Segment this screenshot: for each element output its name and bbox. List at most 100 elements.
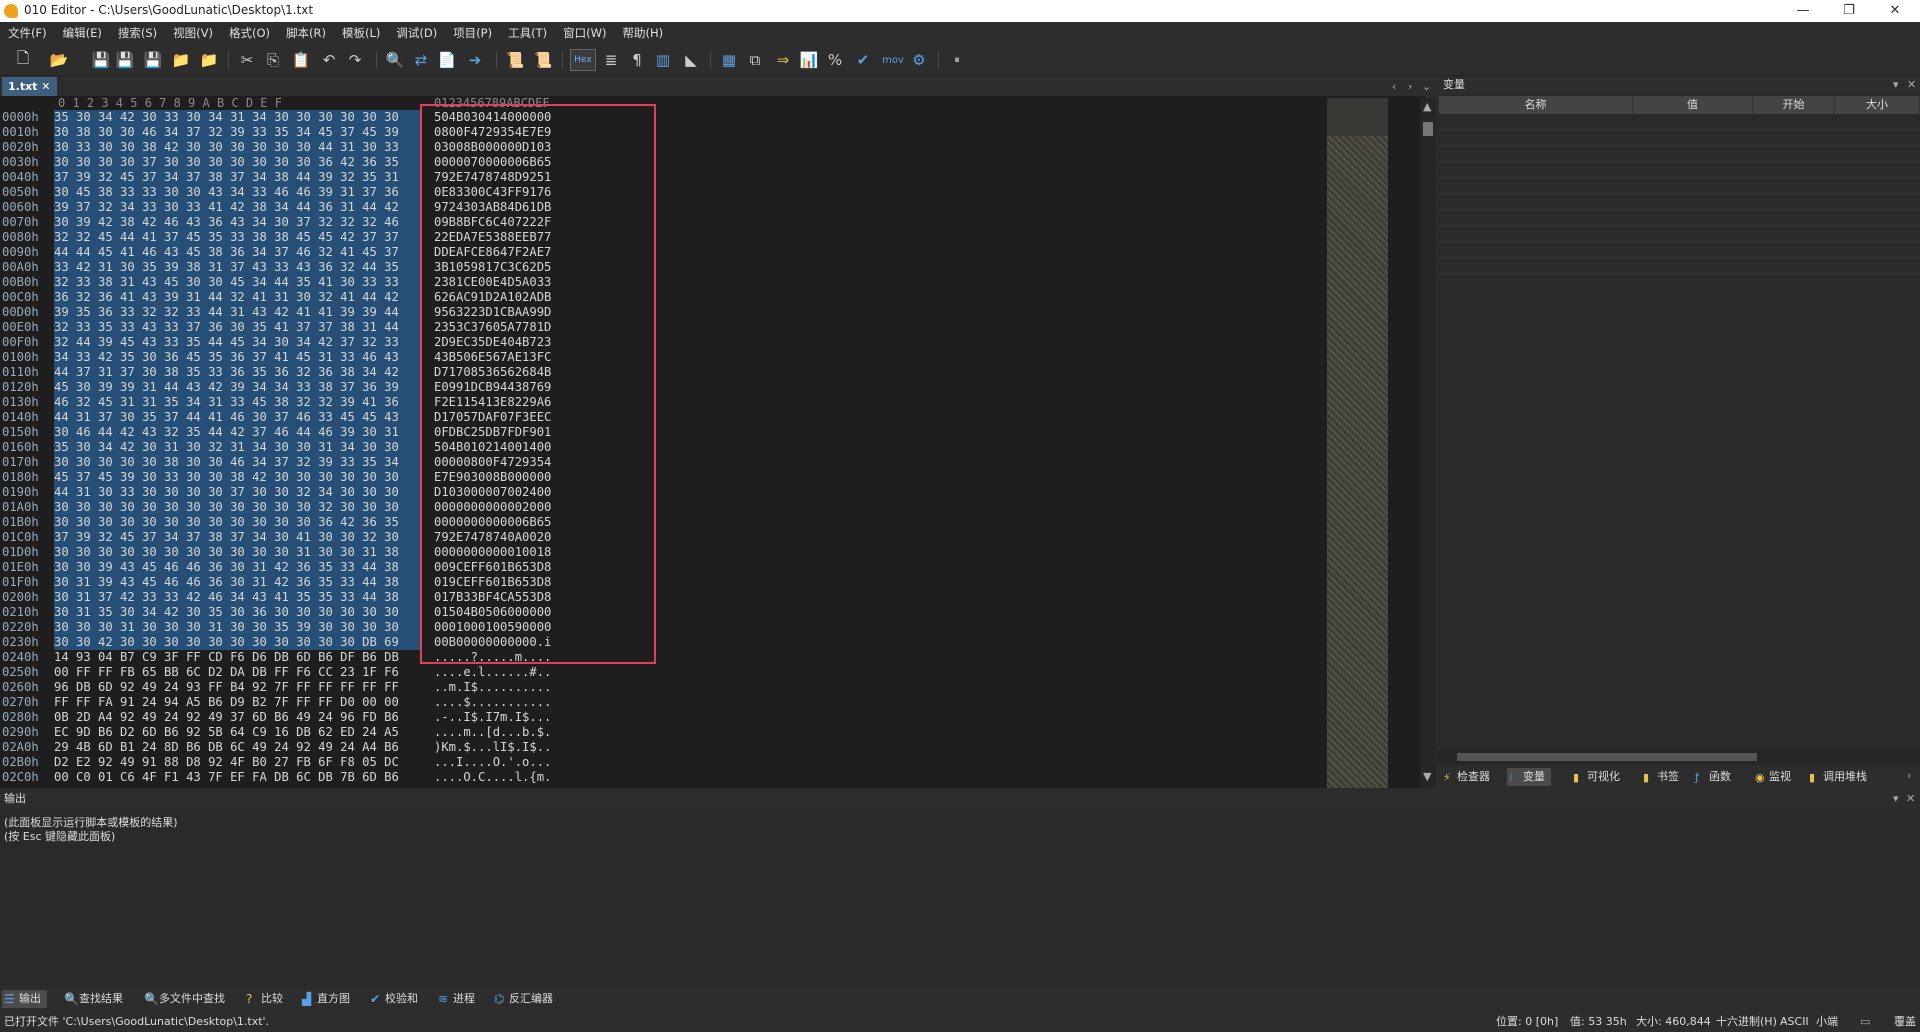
row-hex-bytes[interactable]: 30 38 30 30 46 34 37 32 39 33 35 34 45 3… (54, 125, 422, 140)
variable-row[interactable] (1439, 242, 1920, 258)
pause-icon[interactable]: ⏸ (946, 49, 968, 71)
paste-icon[interactable]: 📋 (290, 49, 312, 71)
menu-debug[interactable]: 调试(D) (388, 22, 445, 44)
row-ascii[interactable]: ..m.I$.......... (434, 680, 551, 695)
variable-row[interactable] (1439, 258, 1920, 274)
col-value[interactable]: 值 (1633, 96, 1753, 114)
row-hex-bytes[interactable]: 30 30 30 31 30 30 30 31 30 30 35 39 30 3… (54, 620, 422, 635)
copy-icon[interactable]: ⎘ (262, 49, 284, 71)
menu-file[interactable]: 文件(F) (0, 22, 55, 44)
row-hex-bytes[interactable]: 33 42 31 30 35 39 38 31 37 43 33 43 36 3… (54, 260, 422, 275)
tab-inspector[interactable]: ⚡ 检查器 (1441, 768, 1490, 786)
disassembler-button[interactable]: mov (878, 49, 908, 71)
status-encoding[interactable]: ASCII (1780, 1011, 1809, 1032)
row-hex-bytes[interactable]: 30 33 30 30 38 42 30 30 30 30 30 30 44 3… (54, 140, 422, 155)
tab-output[interactable]: ☰ 输出 (2, 990, 47, 1008)
script-icon[interactable]: 📜 (504, 49, 526, 71)
tab-disassembler[interactable]: ⌬ 反汇编器 (492, 990, 553, 1008)
output-close-icon[interactable]: ✕ (1906, 790, 1915, 808)
row-ascii[interactable]: ....$........... (434, 695, 551, 710)
row-hex-bytes[interactable]: 30 30 30 30 30 30 30 30 30 30 30 30 36 4… (54, 515, 422, 530)
variable-row[interactable] (1439, 194, 1920, 210)
status-size[interactable]: 大小: 460,844 (1636, 1011, 1711, 1032)
status-base[interactable]: 十六进制(H) (1716, 1011, 1777, 1032)
tab-prev-icon[interactable]: ‹ (1392, 80, 1396, 93)
row-hex-bytes[interactable]: 32 32 45 44 41 37 45 35 33 38 38 45 45 4… (54, 230, 422, 245)
row-hex-bytes[interactable]: D2 E2 92 49 91 88 D8 92 4F B0 27 FB 6F F… (54, 755, 422, 770)
show-whitespace-icon[interactable]: ¶ (626, 49, 648, 71)
output-menu-icon[interactable]: ▾ (1893, 790, 1899, 808)
col-name[interactable]: 名称 (1439, 96, 1633, 114)
row-hex-bytes[interactable]: 30 39 42 38 42 46 43 36 43 34 30 37 32 3… (54, 215, 422, 230)
status-value[interactable]: 值: 53 35h (1570, 1011, 1627, 1032)
open-folder-icon[interactable]: 📁 (170, 49, 192, 71)
maximize-button[interactable]: ❐ (1826, 0, 1872, 22)
row-ascii[interactable]: ....O.C....l.{m. (434, 770, 551, 785)
row-hex-bytes[interactable]: 30 31 37 42 33 33 42 46 34 43 41 35 35 3… (54, 590, 422, 605)
replace-icon[interactable]: ⇄ (410, 49, 432, 71)
variables-hscroll[interactable] (1437, 750, 1920, 764)
status-endian[interactable]: 小端 (1816, 1011, 1838, 1032)
row-hex-bytes[interactable]: 30 30 30 30 30 30 30 30 30 30 30 31 30 3… (54, 545, 422, 560)
open-file-icon[interactable]: 📂 (48, 49, 70, 71)
panel-menu-icon[interactable]: ▾ (1893, 76, 1899, 94)
byte-map-preview[interactable] (1327, 98, 1388, 788)
menu-tools[interactable]: 工具(T) (500, 22, 555, 44)
status-panel-icon[interactable]: ▭ (1860, 1011, 1870, 1032)
row-ascii[interactable]: )Km.$...lI$.I$.. (434, 740, 551, 755)
tab-variables[interactable]: ⁝ 变量 (1507, 768, 1551, 786)
save-icon[interactable]: 💾 (90, 49, 112, 71)
columns-icon[interactable]: ▥ (652, 49, 674, 71)
convert-icon[interactable]: ⇒ (772, 49, 794, 71)
menu-edit[interactable]: 编辑(E) (55, 22, 110, 44)
template-icon[interactable]: 📜 (532, 49, 554, 71)
tab-list-icon[interactable]: ⌄ (1422, 80, 1431, 93)
tab-checksum[interactable]: ✔ 校验和 (368, 990, 418, 1008)
row-hex-bytes[interactable]: 32 44 39 45 43 33 35 44 45 34 30 34 42 3… (54, 335, 422, 350)
row-hex-bytes[interactable]: 0B 2D A4 92 49 24 92 49 37 6D B6 49 24 9… (54, 710, 422, 725)
col-start[interactable]: 开始 (1753, 96, 1835, 114)
highlight-icon[interactable]: ◣ (680, 49, 702, 71)
new-file-icon[interactable]: 🗋 (12, 49, 34, 71)
row-hex-bytes[interactable]: 96 DB 6D 92 49 24 93 FF B4 92 7F FF FF F… (54, 680, 422, 695)
row-hex-bytes[interactable]: 30 31 35 30 34 42 30 35 30 36 30 30 30 3… (54, 605, 422, 620)
row-hex-bytes[interactable]: 35 30 34 42 30 31 30 32 31 34 30 30 31 3… (54, 440, 422, 455)
row-hex-bytes[interactable]: 00 FF FF FB 65 BB 6C D2 DA DB FF F6 CC 2… (54, 665, 422, 680)
tab-functions[interactable]: ƒ 函数 (1693, 768, 1731, 786)
tab-close-icon[interactable]: ✕ (41, 80, 50, 93)
undo-icon[interactable]: ↶ (318, 49, 340, 71)
row-hex-bytes[interactable]: 34 33 42 35 30 36 45 35 36 37 41 45 31 3… (54, 350, 422, 365)
scroll-down-icon[interactable]: ▼ (1423, 770, 1431, 783)
row-hex-bytes[interactable]: 44 31 37 30 35 37 44 41 46 30 37 46 33 4… (54, 410, 422, 425)
tab-compare[interactable]: ? 比较 (244, 990, 283, 1008)
variable-row[interactable] (1439, 114, 1920, 130)
goto-icon[interactable]: ➜ (464, 49, 486, 71)
minimize-button[interactable]: — (1780, 0, 1826, 22)
row-hex-bytes[interactable]: 30 30 39 43 45 46 46 36 30 31 42 36 35 3… (54, 560, 422, 575)
menu-project[interactable]: 项目(P) (445, 22, 500, 44)
row-ascii[interactable]: .-..I$.I7m.I$... (434, 710, 551, 725)
row-hex-bytes[interactable]: 45 30 39 39 31 44 43 42 39 34 34 33 38 3… (54, 380, 422, 395)
menu-view[interactable]: 视图(V) (165, 22, 221, 44)
row-hex-bytes[interactable]: 36 32 36 41 43 39 31 44 32 41 31 30 32 4… (54, 290, 422, 305)
menu-window[interactable]: 窗口(W) (555, 22, 614, 44)
percent-icon[interactable]: % (824, 49, 846, 71)
variable-row[interactable] (1439, 162, 1920, 178)
edit-as-icon[interactable]: ≣ (600, 49, 622, 71)
status-mode[interactable]: 覆盖 (1894, 1011, 1916, 1032)
row-hex-bytes[interactable]: 35 30 34 42 30 33 30 34 31 34 30 30 30 3… (54, 110, 422, 125)
save-all-icon[interactable]: 💾 (142, 49, 164, 71)
process-icon[interactable]: ⚙ (908, 49, 930, 71)
row-hex-bytes[interactable]: 30 31 39 43 45 46 46 36 30 31 42 36 35 3… (54, 575, 422, 590)
cut-icon[interactable]: ✂ (236, 49, 258, 71)
find-icon[interactable]: 🔍 (384, 49, 406, 71)
compare-icon[interactable]: ⧉ (744, 49, 766, 71)
row-hex-bytes[interactable]: 44 31 30 33 30 30 30 30 37 30 30 32 34 3… (54, 485, 422, 500)
menu-help[interactable]: 帮助(H) (614, 22, 671, 44)
variable-row[interactable] (1439, 146, 1920, 162)
tab-find-results[interactable]: 🔍 查找结果 (62, 990, 123, 1008)
hex-editor[interactable]: 0 1 2 3 4 5 6 7 8 9 A B C D E F 01234567… (0, 96, 1425, 788)
tab-call-stack[interactable]: ▮ 调用堆栈 (1807, 768, 1867, 786)
row-hex-bytes[interactable]: 00 C0 01 C6 4F F1 43 7F EF FA DB 6C DB 7… (54, 770, 422, 785)
tab-find-in-files[interactable]: 🔍 多文件中查找 (142, 990, 225, 1008)
